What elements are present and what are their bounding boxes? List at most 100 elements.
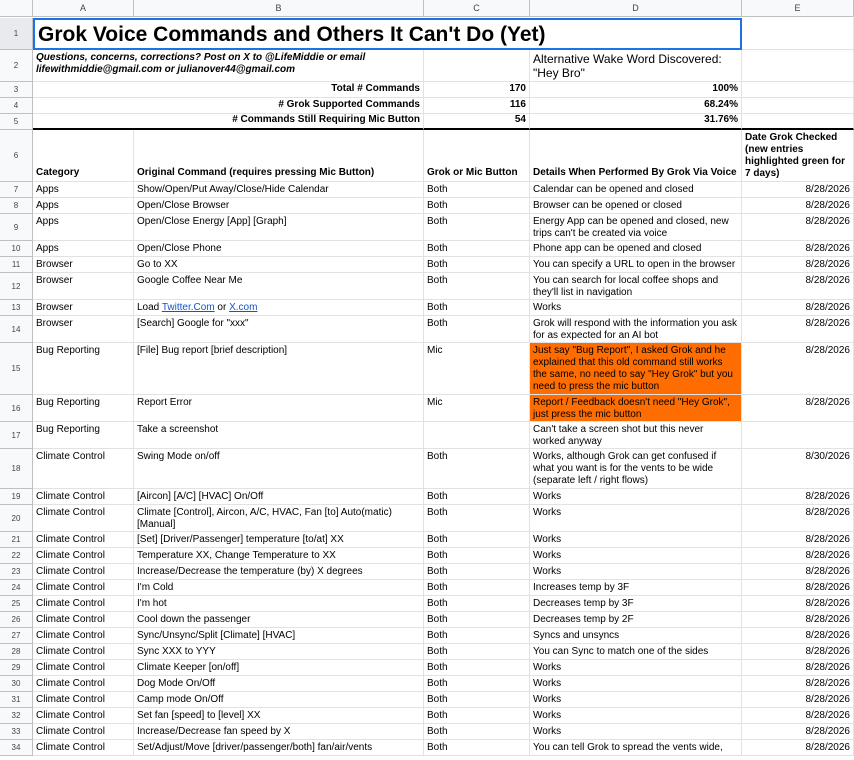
category-cell[interactable]: Climate Control [33, 596, 134, 612]
details-cell[interactable]: Syncs and unsyncs [530, 628, 742, 644]
category-cell[interactable]: Climate Control [33, 449, 134, 489]
category-cell[interactable]: Climate Control [33, 660, 134, 676]
category-cell[interactable]: Climate Control [33, 580, 134, 596]
command-cell[interactable]: Temperature XX, Change Temperature to XX [134, 548, 424, 564]
column-title-details[interactable]: Details When Performed By Grok Via Voice [530, 130, 742, 182]
row-header[interactable]: 30 [0, 676, 33, 692]
date-cell[interactable]: 8/28/2026 [742, 316, 854, 343]
column-header-a[interactable]: A [33, 0, 134, 17]
row-header[interactable]: 17 [0, 422, 33, 449]
category-cell[interactable]: Climate Control [33, 724, 134, 740]
date-cell[interactable]: 8/28/2026 [742, 612, 854, 628]
date-cell[interactable]: 8/28/2026 [742, 395, 854, 422]
x-link[interactable]: X.com [229, 302, 257, 313]
mode-cell[interactable]: Both [424, 300, 530, 316]
category-cell[interactable]: Browser [33, 316, 134, 343]
row-header[interactable]: 15 [0, 343, 33, 395]
command-cell[interactable]: Sync XXX to YYY [134, 644, 424, 660]
category-cell[interactable]: Bug Reporting [33, 422, 134, 449]
column-title-original[interactable]: Original Command (requires pressing Mic … [134, 130, 424, 182]
details-cell[interactable]: You can Sync to match one of the sides [530, 644, 742, 660]
row-header[interactable]: 25 [0, 596, 33, 612]
date-cell[interactable] [742, 422, 854, 449]
row-header[interactable]: 23 [0, 564, 33, 580]
row-header[interactable]: 34 [0, 740, 33, 756]
command-cell[interactable]: [Aircon] [A/C] [HVAC] On/Off [134, 489, 424, 505]
details-cell[interactable]: You can search for local coffee shops an… [530, 273, 742, 300]
category-cell[interactable]: Climate Control [33, 612, 134, 628]
category-cell[interactable]: Bug Reporting [33, 343, 134, 395]
mode-cell[interactable]: Both [424, 214, 530, 241]
command-cell[interactable]: Google Coffee Near Me [134, 273, 424, 300]
summary-percent[interactable]: 68.24% [530, 98, 742, 114]
cell[interactable] [424, 50, 530, 82]
cell[interactable] [742, 18, 854, 50]
summary-label[interactable]: Total # Commands [33, 82, 424, 98]
mode-cell[interactable]: Both [424, 564, 530, 580]
mode-cell[interactable]: Both [424, 644, 530, 660]
details-cell[interactable]: Works [530, 548, 742, 564]
mode-cell[interactable]: Both [424, 708, 530, 724]
mode-cell[interactable]: Both [424, 596, 530, 612]
date-cell[interactable]: 8/28/2026 [742, 724, 854, 740]
details-cell[interactable]: Works [530, 300, 742, 316]
column-header-b[interactable]: B [134, 0, 424, 17]
row-header[interactable]: 12 [0, 273, 33, 300]
category-cell[interactable]: Browser [33, 300, 134, 316]
details-cell[interactable]: Increases temp by 3F [530, 580, 742, 596]
command-cell[interactable]: Set/Adjust/Move [driver/passenger/both] … [134, 740, 424, 756]
row-header[interactable]: 4 [0, 98, 33, 114]
command-cell[interactable]: Go to XX [134, 257, 424, 273]
wake-word-note[interactable]: Alternative Wake Word Discovered: "Hey B… [530, 50, 742, 82]
mode-cell[interactable]: Both [424, 724, 530, 740]
details-cell[interactable]: Decreases temp by 2F [530, 612, 742, 628]
date-cell[interactable]: 8/28/2026 [742, 241, 854, 257]
date-cell[interactable]: 8/28/2026 [742, 660, 854, 676]
row-header[interactable]: 9 [0, 214, 33, 241]
cell[interactable] [742, 114, 854, 130]
category-cell[interactable]: Apps [33, 182, 134, 198]
row-header[interactable]: 19 [0, 489, 33, 505]
row-header[interactable]: 3 [0, 82, 33, 98]
details-cell[interactable]: Report / Feedback doesn't need "Hey Grok… [530, 395, 742, 422]
details-cell[interactable]: Just say "Bug Report", I asked Grok and … [530, 343, 742, 395]
select-all-corner[interactable] [0, 0, 33, 17]
details-cell[interactable]: Works [530, 505, 742, 532]
details-cell[interactable]: Works [530, 660, 742, 676]
row-header[interactable]: 27 [0, 628, 33, 644]
category-cell[interactable]: Apps [33, 214, 134, 241]
row-header[interactable]: 7 [0, 182, 33, 198]
row-header[interactable]: 1 [0, 18, 33, 50]
page-title[interactable]: Grok Voice Commands and Others It Can't … [33, 18, 742, 50]
mode-cell[interactable]: Both [424, 449, 530, 489]
mode-cell[interactable]: Both [424, 660, 530, 676]
row-header[interactable]: 21 [0, 532, 33, 548]
mode-cell[interactable]: Both [424, 628, 530, 644]
summary-count[interactable]: 170 [424, 82, 530, 98]
date-cell[interactable]: 8/28/2026 [742, 257, 854, 273]
command-cell[interactable]: Open/Close Browser [134, 198, 424, 214]
command-cell[interactable]: Open/Close Energy [App] [Graph] [134, 214, 424, 241]
command-cell[interactable]: Increase/Decrease the temperature (by) X… [134, 564, 424, 580]
mode-cell[interactable] [424, 422, 530, 449]
command-cell[interactable]: Load Twitter.Com or X.com [134, 300, 424, 316]
date-cell[interactable]: 8/28/2026 [742, 273, 854, 300]
row-header[interactable]: 28 [0, 644, 33, 660]
category-cell[interactable]: Climate Control [33, 505, 134, 532]
date-cell[interactable]: 8/30/2026 [742, 449, 854, 489]
row-header[interactable]: 8 [0, 198, 33, 214]
row-header[interactable]: 11 [0, 257, 33, 273]
mode-cell[interactable]: Both [424, 676, 530, 692]
command-cell[interactable]: I'm Cold [134, 580, 424, 596]
command-cell[interactable]: Cool down the passenger [134, 612, 424, 628]
mode-cell[interactable]: Both [424, 198, 530, 214]
mode-cell[interactable]: Both [424, 505, 530, 532]
row-header[interactable]: 24 [0, 580, 33, 596]
command-cell[interactable]: Increase/Decrease fan speed by X [134, 724, 424, 740]
command-cell[interactable]: Climate [Control], Aircon, A/C, HVAC, Fa… [134, 505, 424, 532]
details-cell[interactable]: Works [530, 532, 742, 548]
mode-cell[interactable]: Both [424, 489, 530, 505]
command-cell[interactable]: I'm hot [134, 596, 424, 612]
column-title-date[interactable]: Date Grok Checked (new entries highlight… [742, 130, 854, 182]
mode-cell[interactable]: Both [424, 532, 530, 548]
